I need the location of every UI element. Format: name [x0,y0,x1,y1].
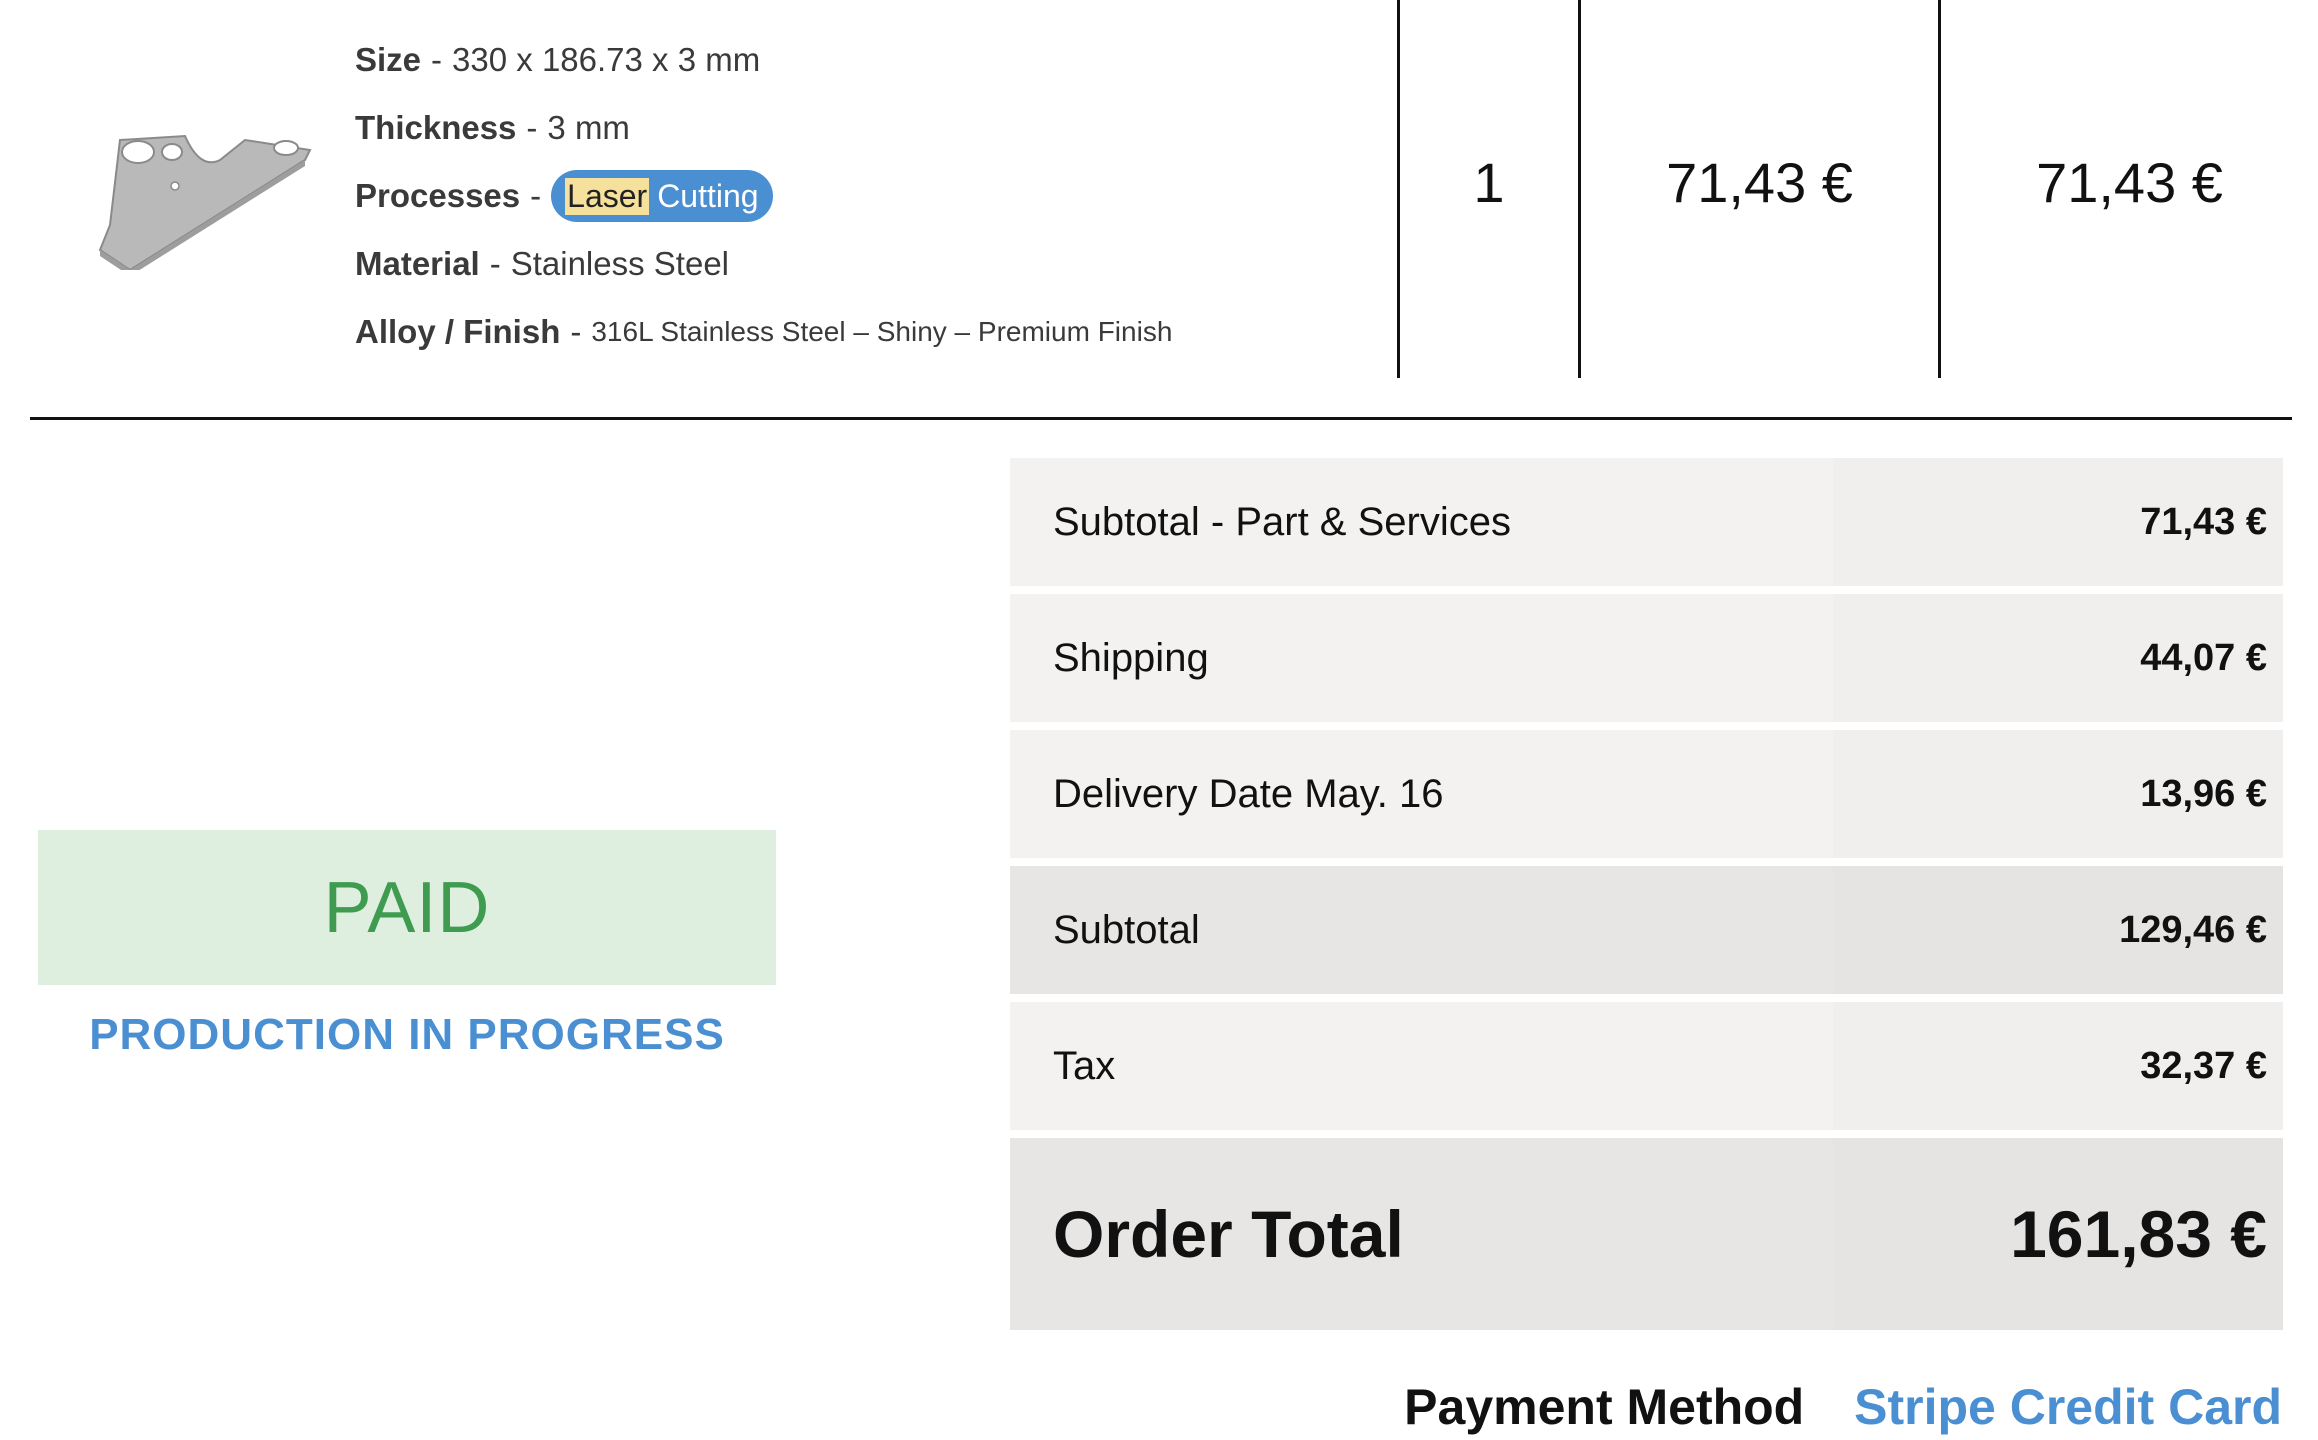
spec-separator: - [530,177,542,214]
spec-separator: - [431,41,443,78]
production-status: PRODUCTION IN PROGRESS [89,1010,725,1059]
spec-key: Alloy / Finish [355,313,561,350]
spec-value: 330 x 186.73 x 3 mm [452,41,761,78]
spec-alloy-finish: Alloy / Finish - 316L Stainless Steel – … [355,298,1172,366]
order-total-label: Order Total [1053,1197,1404,1271]
spec-key: Size [355,41,422,78]
quantity-value: 1 [1473,151,1505,214]
spec-thickness: Thickness - 3 mm [355,94,1172,162]
summary-row-delivery: Delivery Date May. 16 13,96 € [1010,730,2283,858]
spec-size: Size - 330 x 186.73 x 3 mm [355,26,1172,94]
process-tag-highlight: Laser [565,177,650,215]
summary-label: Shipping [1053,635,1209,680]
summary-amount: 44,07 € [2140,636,2267,679]
summary-label: Subtotal [1053,907,1200,952]
order-total-amount: 161,83 € [2010,1197,2267,1271]
spec-key: Processes [355,177,521,214]
part-thumbnail[interactable] [90,130,320,270]
spec-material: Material - Stainless Steel [355,230,1172,298]
summary-row-shipping: Shipping 44,07 € [1010,594,2283,722]
summary-row-tax: Tax 32,37 € [1010,1002,2283,1130]
payment-status-badge: PAID [38,830,776,985]
payment-status-text: PAID [323,867,491,948]
payment-method: Payment Method Stripe Credit Card [1404,1378,2282,1436]
process-tag[interactable]: Laser Cutting [551,170,773,222]
summary-label: Subtotal - Part & Services [1053,499,1511,544]
spec-key: Material [355,245,480,282]
spec-value: Stainless Steel [510,245,730,282]
summary-label: Tax [1053,1043,1116,1088]
summary-row-subtotal-parts: Subtotal - Part & Services 71,43 € [1010,458,2283,586]
section-divider [30,417,2292,420]
summary-row-subtotal: Subtotal 129,46 € [1010,866,2283,994]
summary-row-order-total: Order Total 161,83 € [1010,1138,2283,1330]
order-line-item: Size - 330 x 186.73 x 3 mm Thickness - 3… [0,0,2318,380]
spec-processes: Processes - Laser Cutting [355,162,1172,230]
process-tag-text: Cutting [657,177,759,214]
part-specs: Size - 330 x 186.73 x 3 mm Thickness - 3… [355,26,1172,366]
line-total-value: 71,43 € [2036,151,2223,214]
order-summary: Subtotal - Part & Services 71,43 € Shipp… [1010,458,2283,1338]
spec-separator: - [570,313,582,350]
spec-value: 3 mm [547,109,630,146]
summary-amount: 129,46 € [2119,908,2267,951]
summary-amount: 71,43 € [2140,500,2267,543]
summary-amount: 32,37 € [2140,1044,2267,1087]
payment-method-label: Payment Method [1404,1379,1805,1435]
spec-separator: - [489,245,501,282]
payment-method-value[interactable]: Stripe Credit Card [1854,1379,2282,1435]
spec-separator: - [526,109,538,146]
spec-key: Thickness [355,109,517,146]
unit-price-value: 71,43 € [1666,151,1853,214]
summary-amount: 13,96 € [2140,772,2267,815]
spec-value: 316L Stainless Steel – Shiny – Premium F… [591,316,1173,347]
summary-label: Delivery Date May. 16 [1053,771,1444,816]
